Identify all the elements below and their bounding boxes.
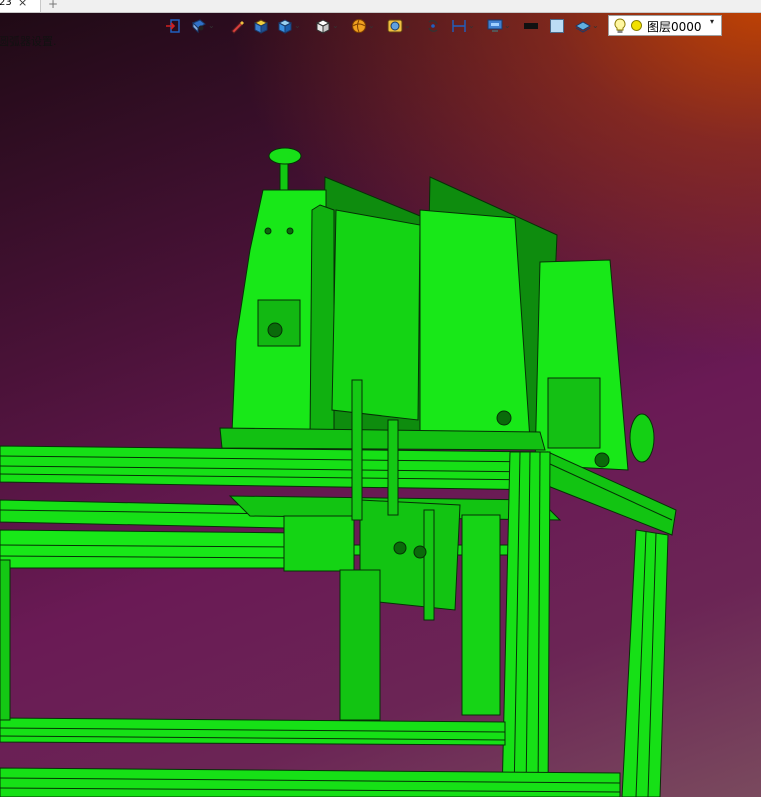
3d-viewport[interactable] — [0, 0, 761, 797]
display-style-icon — [277, 19, 293, 34]
right-cylinder — [629, 413, 655, 463]
chevron-down-icon: ⌄ — [368, 21, 375, 30]
rotate-button[interactable] — [425, 18, 441, 34]
layer-color-swatch — [631, 20, 642, 31]
layer-stack-icon — [575, 21, 591, 33]
chevron-down-icon: ⌄ — [294, 21, 301, 30]
mount-hole — [286, 227, 294, 235]
status-text: 圆弧器设置. — [0, 35, 57, 48]
mount-hole — [264, 227, 272, 235]
shaded-box-button[interactable] — [253, 18, 269, 34]
view-orientation-icon — [192, 19, 206, 34]
chevron-down-icon: ⌄ — [504, 21, 511, 30]
scene-icon — [387, 19, 403, 33]
cylinder-block — [283, 515, 355, 572]
center-housing — [419, 209, 531, 446]
frame-lower-bar — [0, 529, 301, 569]
lightbulb-icon[interactable] — [613, 18, 627, 34]
guide-post-lower — [423, 509, 435, 621]
bore — [393, 541, 407, 555]
round-marker — [594, 452, 610, 468]
light-square-icon — [550, 19, 564, 33]
view-toolbar: ⌄ ⌄ ⌄ ⌄ ⌄ ⌄ ⌄ ⌄ — [163, 14, 608, 38]
document-tabbar: 23 × + — [0, 0, 761, 13]
frame-left-post — [0, 559, 11, 721]
appearance-button[interactable]: ⌄ — [351, 18, 379, 34]
appearance-ball-icon — [352, 19, 366, 33]
front-panel-left — [331, 209, 421, 421]
cad-model[interactable] — [0, 0, 761, 797]
frame-upright-front — [501, 451, 551, 797]
monitor-button[interactable]: ⌄ — [487, 18, 515, 34]
black-rect-icon — [524, 23, 538, 29]
round-marker — [496, 410, 512, 426]
monitor-icon — [487, 19, 503, 32]
rotate-icon — [428, 20, 438, 32]
chevron-down-icon: ⌄ — [404, 21, 411, 30]
layer-name: 图层0000 — [647, 20, 702, 34]
frame-top-rail — [0, 445, 549, 491]
exit-sketch-icon — [166, 19, 180, 33]
cube-view-button[interactable]: ⌄ — [315, 18, 343, 34]
top-knob — [268, 147, 302, 165]
document-tab[interactable]: 23 × — [0, 0, 41, 12]
layer-stack-button[interactable]: ⌄ — [575, 18, 605, 34]
module-base-plate — [219, 427, 546, 451]
new-tab-icon[interactable]: + — [48, 0, 58, 11]
layer-selector[interactable]: 图层0000 ▾ — [608, 15, 722, 36]
bracket-block — [257, 299, 301, 347]
chevron-down-icon: ⌄ — [208, 21, 215, 30]
guide-rail-left — [339, 569, 381, 721]
dimension-button[interactable]: ⌄ — [451, 18, 479, 34]
view-orientation-button[interactable]: ⌄ — [191, 18, 217, 34]
exit-sketch-button[interactable] — [165, 18, 183, 34]
scene-button[interactable]: ⌄ — [387, 18, 415, 34]
pencil-button[interactable] — [229, 18, 245, 34]
black-background-button[interactable] — [523, 18, 541, 34]
light-square-button[interactable] — [549, 18, 567, 34]
guide-post-right — [387, 419, 399, 516]
guide-rail-center — [461, 514, 501, 716]
dimension-icon — [452, 20, 466, 32]
close-icon[interactable]: × — [18, 0, 27, 8]
bracket-hole — [267, 322, 283, 338]
bore — [413, 545, 427, 559]
cube-view-icon — [315, 19, 331, 34]
box-shaded-icon — [253, 19, 269, 34]
chevron-down-icon: ⌄ — [332, 21, 339, 30]
top-knob-stem — [279, 159, 289, 191]
left-slide-plate — [309, 204, 335, 446]
side-clamp — [547, 377, 601, 449]
pencil-icon — [231, 21, 244, 34]
chevron-down-icon: ⌄ — [592, 21, 599, 30]
tab-label: 23 — [0, 0, 12, 8]
guide-post-left — [351, 379, 363, 521]
chevron-down-icon: ⌄ — [468, 21, 475, 30]
dropdown-arrow-icon[interactable]: ▾ — [710, 17, 714, 26]
display-style-button[interactable]: ⌄ — [277, 18, 305, 34]
